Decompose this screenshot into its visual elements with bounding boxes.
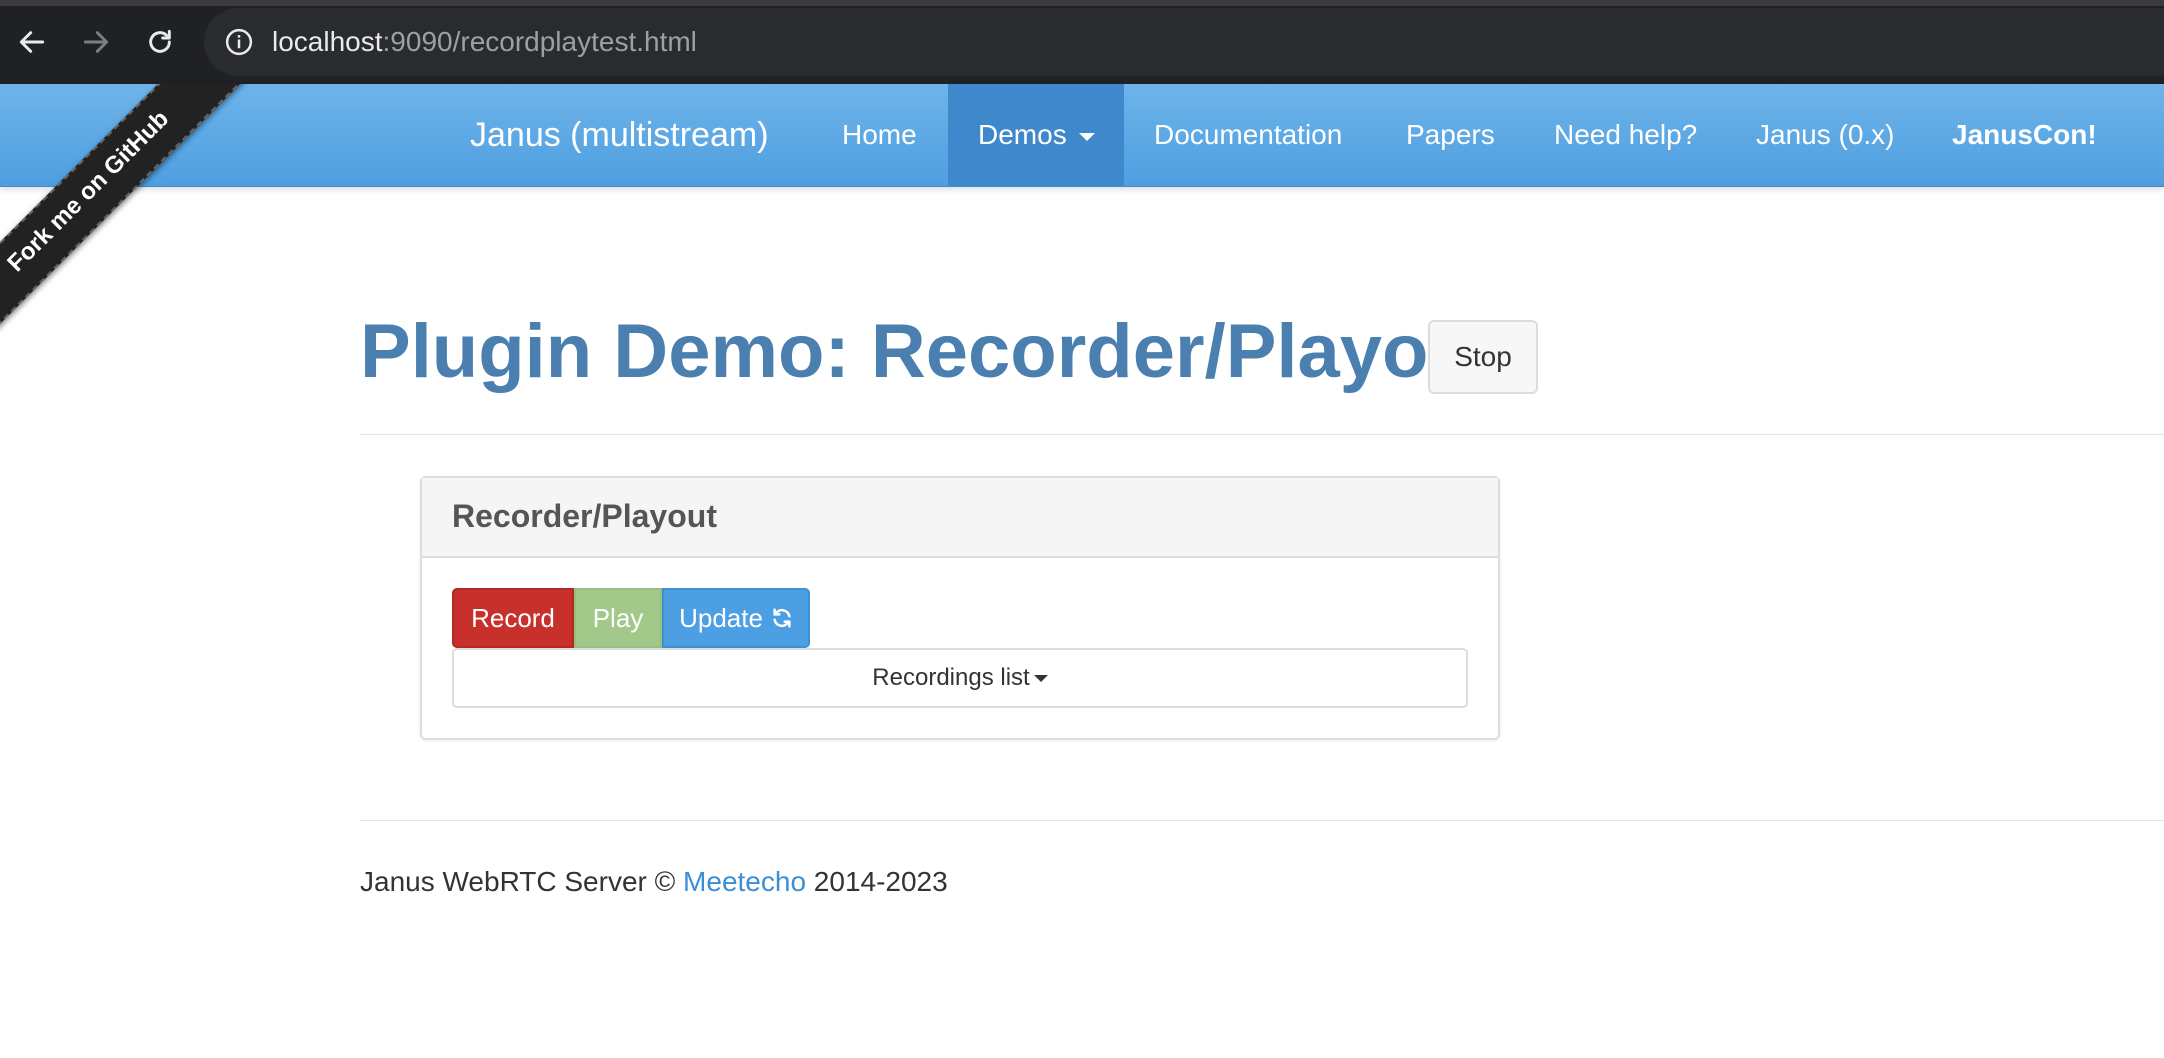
browser-toolbar: localhost:9090/recordplaytest.html <box>0 0 2164 84</box>
footer: Janus WebRTC Server © Meetecho 2014-2023 <box>360 864 948 900</box>
forward-button[interactable] <box>74 20 118 64</box>
update-button[interactable]: Update <box>662 588 810 648</box>
nav-item-label: Home <box>842 119 917 150</box>
arrow-right-icon <box>83 31 109 53</box>
record-button[interactable]: Record <box>452 588 574 648</box>
footer-suffix: 2014-2023 <box>813 866 948 897</box>
stop-button[interactable]: Stop <box>1428 320 1538 394</box>
nav-item-label: Documentation <box>1154 119 1343 150</box>
reload-icon <box>149 29 171 53</box>
update-label: Update <box>679 602 763 633</box>
footer-prefix: Janus WebRTC Server © <box>360 866 676 897</box>
recordings-list-label: Recordings list <box>872 664 1030 691</box>
nav-item-documentation[interactable]: Documentation <box>1124 84 1372 186</box>
info-icon[interactable] <box>224 27 254 57</box>
meetecho-link[interactable]: Meetecho <box>683 866 806 897</box>
panel-title: Recorder/Playout <box>452 498 717 534</box>
footer-divider <box>360 820 2164 821</box>
page-header: Plugin Demo: Recorder/Playout Stop <box>360 306 2164 435</box>
back-button[interactable] <box>10 20 54 64</box>
nav-item-label: Need help? <box>1554 119 1698 150</box>
nav-item-label: Papers <box>1406 119 1495 150</box>
recordings-list-dropdown[interactable]: Recordings list <box>452 648 1468 708</box>
nav-item-label: Janus (0.x) <box>1756 119 1895 150</box>
address-bar[interactable]: localhost:9090/recordplaytest.html <box>204 8 2164 76</box>
fork-ribbon: Fork me on GitHub <box>0 84 300 384</box>
page-title: Plugin Demo: Recorder/Playout <box>360 309 1501 394</box>
nav-item-januscon[interactable]: JanusCon! <box>1922 84 2127 186</box>
recorder-panel: Recorder/Playout Record Play Update Reco… <box>420 476 1500 740</box>
nav-item-home[interactable]: Home <box>812 84 947 186</box>
fork-ribbon-link[interactable]: Fork me on GitHub <box>0 84 252 355</box>
nav-item-papers[interactable]: Papers <box>1376 84 1525 186</box>
action-button-group: Record Play Update <box>452 588 810 648</box>
nav-item-need-help[interactable]: Need help? <box>1524 84 1727 186</box>
arrow-left-icon <box>19 31 45 53</box>
play-button[interactable]: Play <box>574 588 662 648</box>
url-path: :9090/recordplaytest.html <box>382 26 697 57</box>
nav-item-label: Demos <box>978 119 1067 150</box>
nav-item-label: JanusCon! <box>1952 119 2097 150</box>
panel-heading: Recorder/Playout <box>422 478 1498 558</box>
caret-down-icon <box>1033 674 1048 682</box>
top-navbar: Janus (multistream) Home Demos Documenta… <box>0 84 2164 187</box>
refresh-icon <box>773 608 791 628</box>
reload-button[interactable] <box>138 20 182 64</box>
navbar-brand[interactable]: Janus (multistream) <box>470 112 769 158</box>
caret-down-icon <box>1078 132 1095 141</box>
nav-item-demos[interactable]: Demos <box>948 84 1124 186</box>
nav-item-janus-0x[interactable]: Janus (0.x) <box>1726 84 1925 186</box>
url-host: localhost <box>272 26 383 57</box>
url-text[interactable]: localhost:9090/recordplaytest.html <box>272 22 697 62</box>
